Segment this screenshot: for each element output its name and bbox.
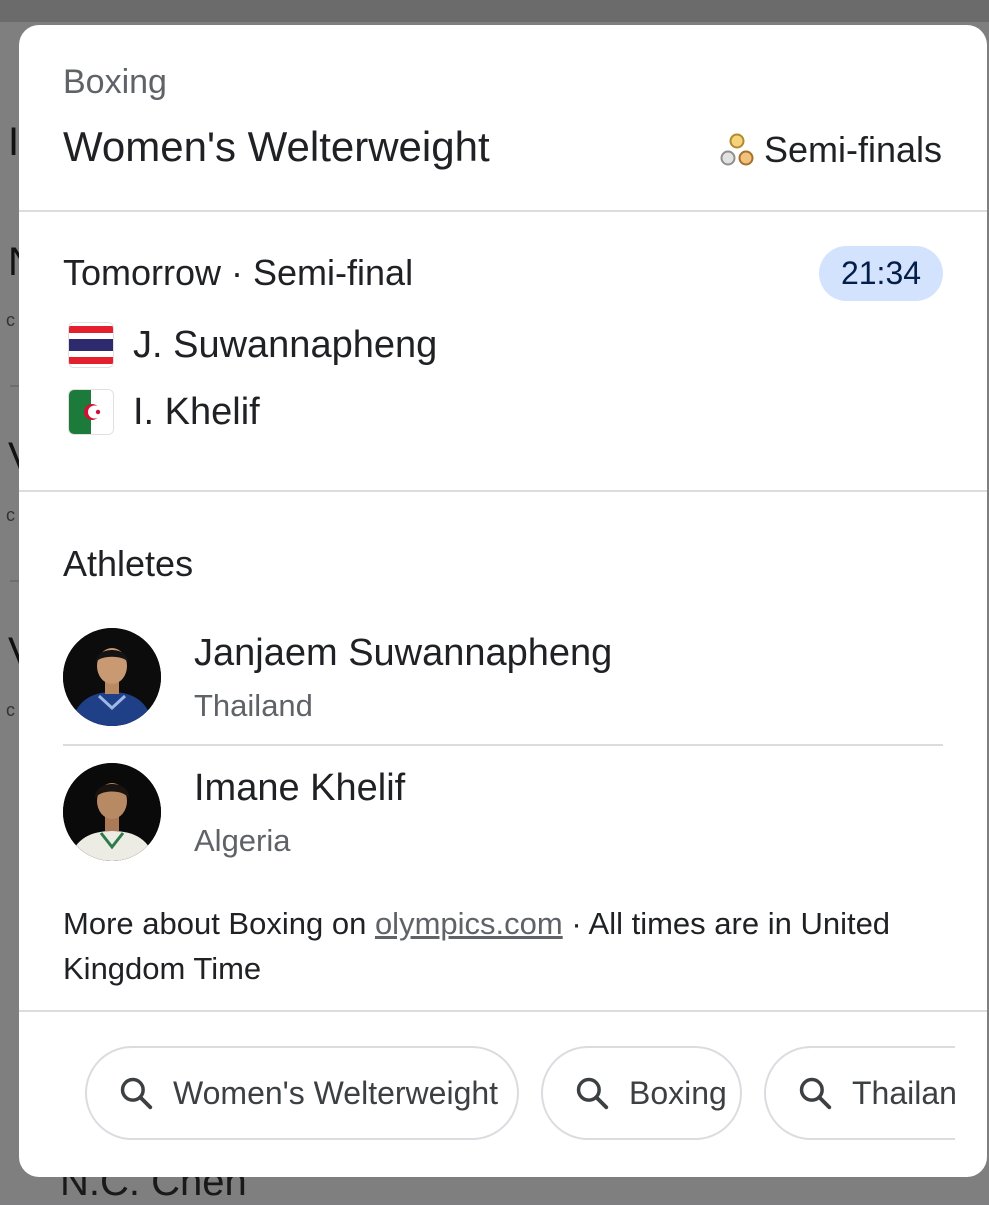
section-divider	[19, 490, 987, 492]
event-card: Boxing Women's Welterweight Semi-finals …	[19, 25, 987, 1177]
stage-text: Semi-finals	[763, 129, 942, 170]
athlete-divider	[63, 744, 943, 746]
search-icon	[799, 1077, 832, 1110]
search-chip[interactable]: Thailand	[764, 1046, 955, 1140]
athlete-name: Janjaem Suwannapheng	[194, 632, 613, 674]
competitor-name: J. Suwannapheng	[133, 323, 438, 366]
search-chip-label: Thailand	[852, 1074, 955, 1111]
search-chip[interactable]: Women's Welterweight	[85, 1046, 519, 1140]
athletes-title: Athletes	[63, 543, 194, 584]
search-chip-label: Boxing	[629, 1074, 727, 1111]
section-divider	[19, 1010, 987, 1012]
athlete-name: Imane Khelif	[194, 767, 406, 809]
section-divider	[19, 210, 987, 212]
athlete-row[interactable]: Janjaem Suwannapheng Thailand	[63, 628, 943, 738]
thailand-flag-icon	[69, 323, 113, 367]
medals-icon	[720, 133, 754, 166]
athlete-country: Thailand	[194, 688, 313, 723]
competitor-name: I. Khelif	[133, 390, 260, 433]
sport-label: Boxing	[63, 63, 167, 101]
avatar	[63, 763, 161, 861]
footer-note: More about Boxing on olympics.com · All …	[63, 901, 923, 991]
competitor-row[interactable]: I. Khelif	[69, 390, 260, 434]
search-chip[interactable]: Boxing	[541, 1046, 742, 1140]
footer-prefix: More about Boxing on	[63, 906, 375, 941]
search-icon	[120, 1077, 153, 1110]
avatar	[63, 628, 161, 726]
match-time-chip[interactable]: 21:34	[819, 246, 943, 301]
athlete-photo	[63, 628, 161, 726]
search-icon	[576, 1077, 609, 1110]
athlete-row[interactable]: Imane Khelif Algeria	[63, 763, 943, 873]
match-heading: Tomorrow · Semi-final	[63, 252, 414, 293]
athlete-country: Algeria	[194, 823, 291, 858]
event-title: Women's Welterweight	[63, 123, 490, 170]
search-chip-label: Women's Welterweight	[173, 1074, 499, 1111]
olympics-link[interactable]: olympics.com	[375, 906, 563, 941]
stage-label: Semi-finals	[720, 129, 942, 171]
algeria-flag-icon	[69, 390, 113, 434]
competitor-row[interactable]: J. Suwannapheng	[69, 323, 437, 367]
athlete-photo	[63, 763, 161, 861]
search-chips: Women's Welterweight Boxing Thailand	[85, 1046, 955, 1146]
